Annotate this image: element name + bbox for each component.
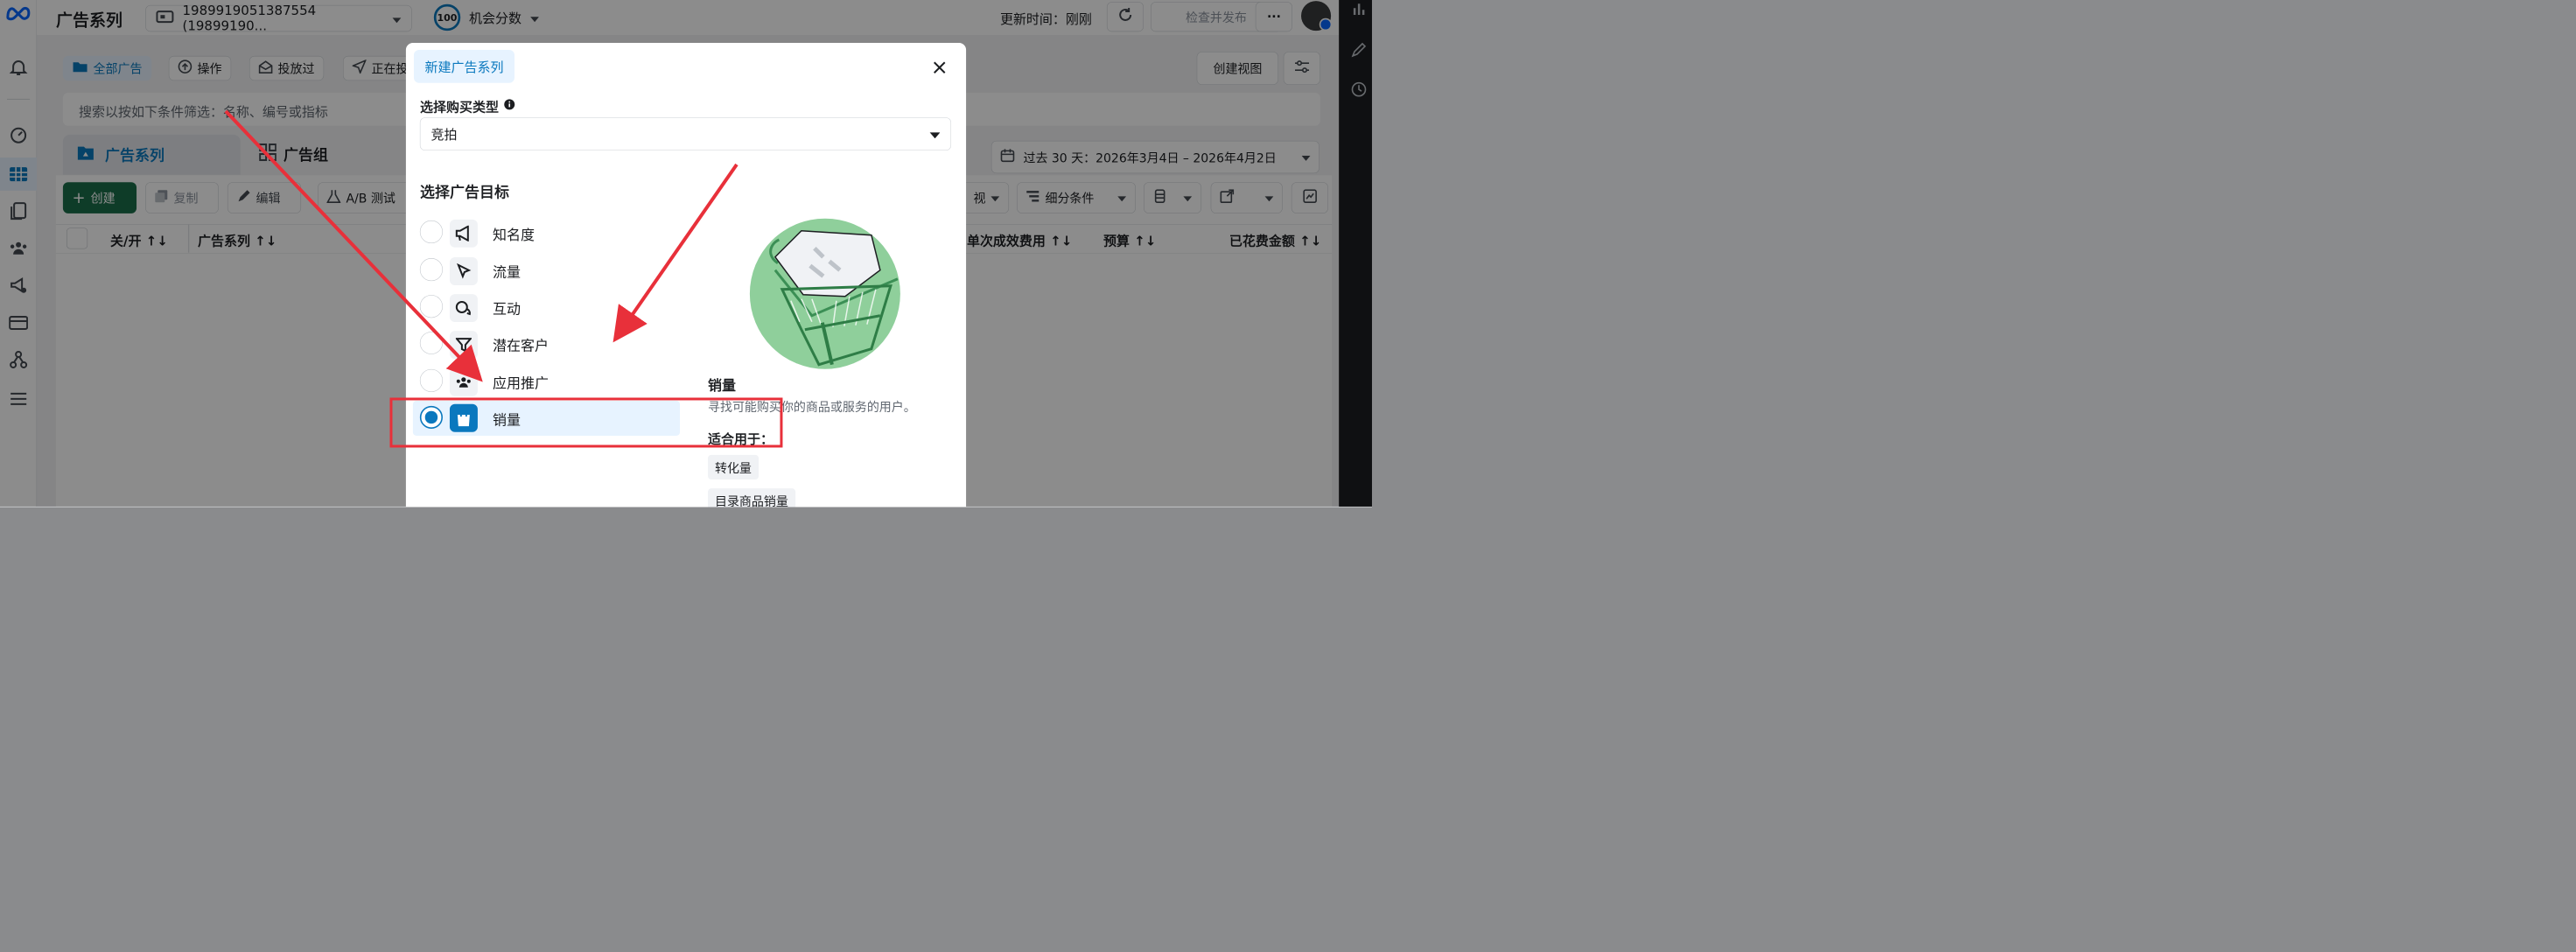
viewport: 广告系列 1989919051387554 (19899190... 100 机… xyxy=(0,0,1372,508)
annotation-highlight-box xyxy=(389,397,783,448)
annotation-overlay xyxy=(224,109,783,448)
ads-manager-app: 广告系列 1989919051387554 (19899190... 100 机… xyxy=(0,0,1372,508)
annotation-arrow xyxy=(224,109,483,382)
annotation-arrow xyxy=(612,163,738,343)
